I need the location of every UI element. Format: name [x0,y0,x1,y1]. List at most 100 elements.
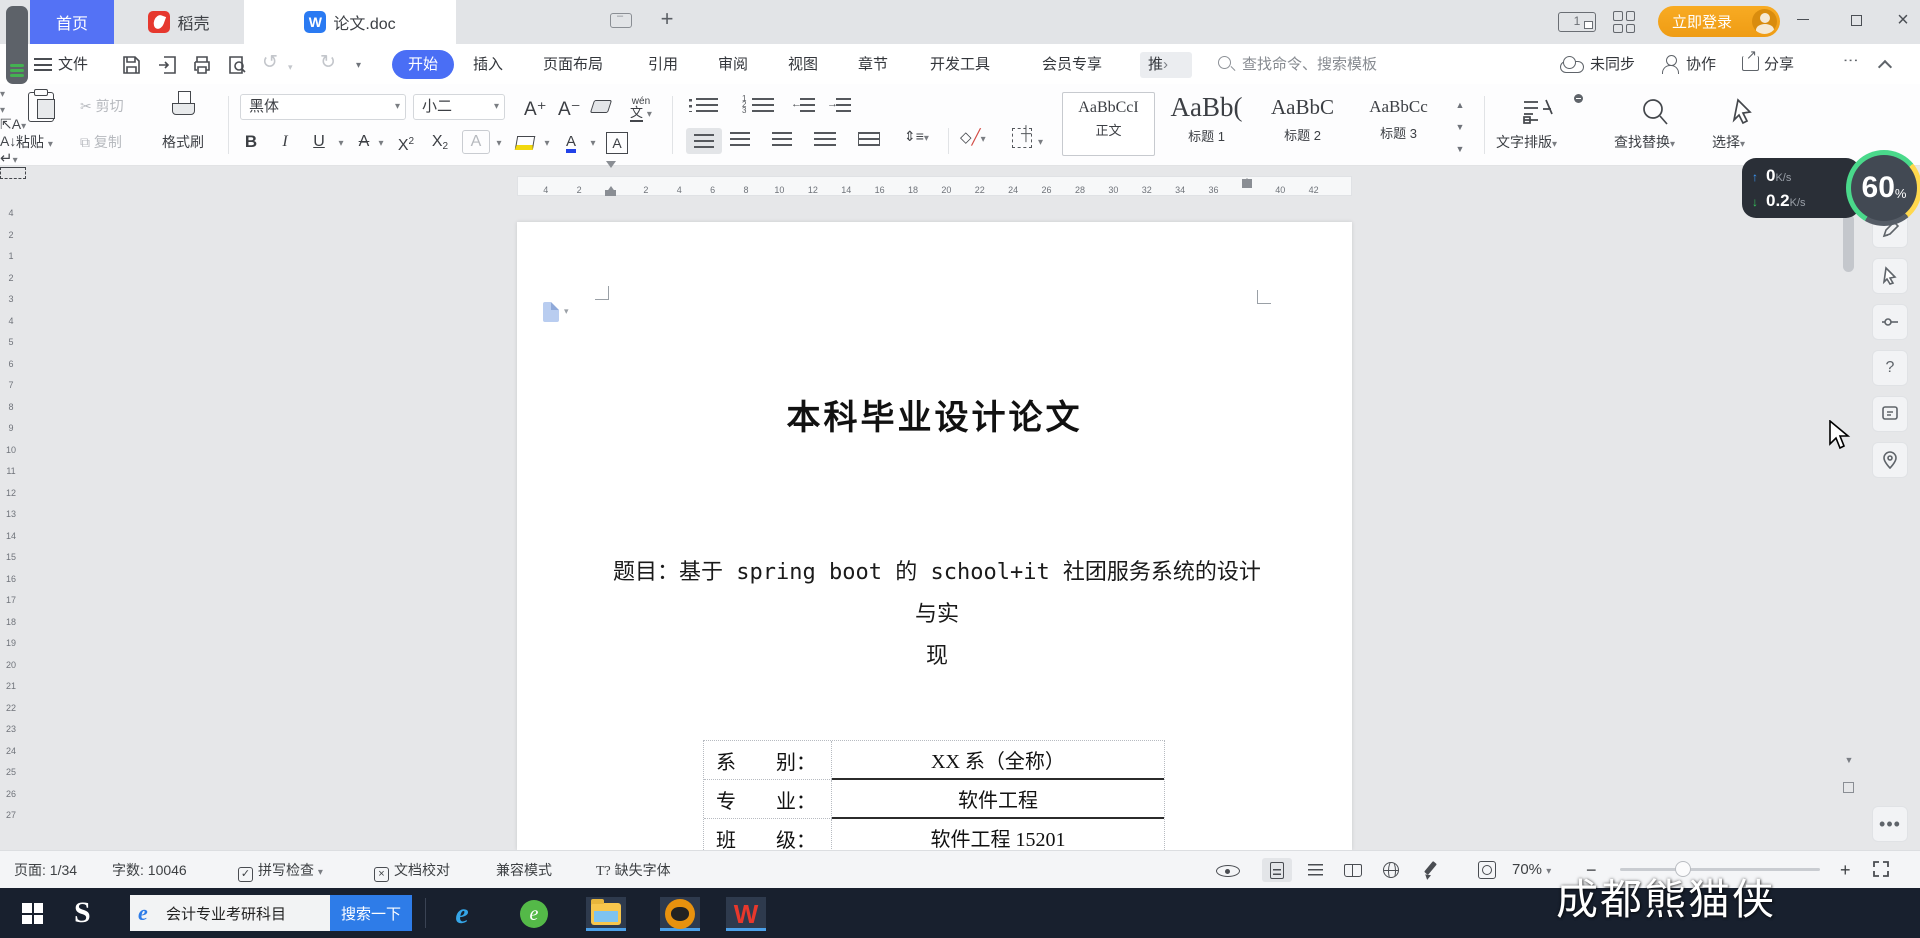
superscript-button[interactable]: X2 [390,128,422,156]
collaborate-icon[interactable] [1662,55,1682,75]
proofread-button[interactable]: × 文档校对 [374,860,450,882]
view-book-icon[interactable] [1338,858,1368,882]
menu-tab-home[interactable]: 开始 [392,50,454,79]
command-search-input[interactable]: 查找命令、搜索模板 [1242,52,1377,78]
view-web-icon[interactable] [1376,858,1406,882]
clear-format-icon[interactable] [589,100,613,116]
select-tool-icon[interactable] [1724,96,1760,128]
taskbar-search-box[interactable]: e 会计专业考研科目 搜索一下 [130,895,412,931]
font-name-select[interactable]: 黑体 ▾ [240,94,406,120]
paste-icon[interactable] [28,89,55,122]
adjust-slider-tool[interactable] [1872,304,1908,340]
menu-tab-page-layout[interactable]: 页面布局 [543,52,603,78]
style-gallery-more-icon[interactable]: ▼ [1452,142,1468,156]
share-button[interactable]: 分享 [1764,52,1794,78]
save-icon[interactable] [120,54,142,76]
menu-tab-overflow[interactable]: 推› [1140,52,1192,78]
taskbar-panda-app-icon[interactable] [660,897,700,931]
minimize-button[interactable] [1788,8,1818,34]
fit-page-icon[interactable] [1478,861,1496,879]
taskbar-search-button[interactable]: 搜索一下 [330,895,412,931]
redo-icon[interactable]: ↻ [320,50,336,76]
close-button[interactable]: × [1888,8,1918,34]
numbered-list-icon[interactable]: 123 [742,95,774,115]
net-speed-widget[interactable]: ↑ 0 K/s ↓ 0.2 K/s [1742,158,1860,218]
menu-tab-review[interactable]: 审阅 [718,52,748,78]
view-page-icon[interactable] [1262,858,1292,882]
start-button[interactable] [22,903,43,924]
workspace-icon[interactable]: 1 [1558,12,1596,32]
decrease-indent-icon[interactable]: ← [791,98,815,112]
scrollbar-thumb[interactable] [1843,214,1854,272]
borders-icon[interactable]: ┼ [1012,125,1032,148]
undo-dropdown-icon[interactable]: ▾ [288,54,293,80]
feedback-tool[interactable] [1872,396,1908,432]
menu-tab-references[interactable]: 引用 [648,52,678,78]
tab-list-icon[interactable] [610,10,632,28]
horizontal-ruler[interactable]: 4 2 2 4 6 8 10 12 14 16 18 20 22 24 26 28 30 32 34 36 40 42 [517,161,1352,196]
collapse-ribbon-icon[interactable] [1877,59,1893,75]
zoom-level[interactable]: 70% ▾ [1512,860,1551,880]
apps-grid-icon[interactable] [1613,11,1635,33]
italic-button[interactable]: I [274,128,296,156]
taskbar-search-text[interactable]: 会计专业考研科目 [166,903,330,924]
export-icon[interactable] [156,54,178,76]
strikethrough-button[interactable]: A [352,128,376,156]
login-button[interactable]: 立即登录 [1658,6,1780,37]
view-outline-icon[interactable] [1300,858,1330,882]
taskbar-explorer-icon[interactable] [586,897,626,931]
new-tab-button[interactable]: + [654,6,680,36]
zoom-in-button[interactable]: + [1840,860,1851,880]
subscript-button[interactable]: X2 [424,128,456,156]
bold-button[interactable]: B [238,128,264,156]
increase-indent-icon[interactable]: → [827,98,851,112]
hamburger-icon[interactable] [34,58,52,71]
character-border-button[interactable]: A [604,130,630,158]
help-tool[interactable]: ? [1872,350,1908,386]
style-heading3[interactable]: AaBbCc 标题 3 [1352,92,1445,156]
typography-button[interactable]: 文字排版▾ [1496,132,1557,152]
line-spacing-icon[interactable]: ⇕≡▾ [904,128,929,145]
view-ink-icon[interactable] [1414,858,1444,882]
style-heading2[interactable]: AaBbC 标题 2 [1256,92,1349,156]
font-color-button[interactable]: A [558,128,584,156]
style-normal[interactable]: AaBbCcI 正文 [1062,92,1155,156]
sync-cloud-icon[interactable] [1560,56,1584,73]
collapse-toolbar-icon[interactable]: ▾ [356,53,361,79]
char-width-icon[interactable] [0,167,26,179]
more-tools-icon[interactable]: ••• [1872,806,1908,842]
align-left-button[interactable] [686,128,722,154]
highlight-color-icon[interactable] [512,132,538,160]
eye-protect-icon[interactable] [1216,865,1240,877]
pinyin-guide-button[interactable]: wén 文 ▾ [630,94,652,122]
tab-home[interactable]: 首页 [30,0,114,44]
s-app-icon[interactable]: S [74,898,104,928]
select-button[interactable]: 选择▾ [1712,132,1745,152]
document-page[interactable]: 本科毕业设计论文 题目：基于 spring boot 的 school+it 社… [517,222,1352,850]
font-color-dropdown-icon[interactable]: ▾ [586,128,600,156]
scroll-down-icon[interactable]: ▼ [1841,752,1857,768]
print-icon[interactable] [191,54,213,76]
tab-document[interactable]: W 论文.doc [244,0,456,44]
copy-button[interactable]: ⧉ 复制 [80,132,122,152]
decrease-font-button[interactable]: A⁻ [558,98,581,121]
menu-tab-section[interactable]: 章节 [858,52,888,78]
vertical-ruler[interactable]: 4 2 1 2 3 4 5 6 7 8 9 10 11 12 13 14 15 16 17 18 19 20 21 22 23 2… [2,208,20,848]
spellcheck-toggle[interactable]: ✓ 拼写检查 ▾ [238,860,323,882]
style-heading1[interactable]: AaBb(标题 1 [1160,92,1253,156]
sync-status[interactable]: 未同步 [1590,52,1635,78]
side-dock-handle[interactable] [6,6,28,84]
highlight-dropdown-icon[interactable]: ▾ [540,128,554,156]
strikethrough-dropdown-icon[interactable]: ▾ [374,128,388,156]
style-gallery-up-icon[interactable]: ▲ [1452,98,1468,112]
menu-tab-insert[interactable]: 插入 [473,52,503,78]
find-replace-button[interactable]: 查找替换▾ [1614,132,1675,152]
page-jump-icon[interactable] [1843,782,1854,793]
pointer-tool[interactable] [1872,258,1908,294]
menu-tab-view[interactable]: 视图 [788,52,818,78]
share-icon[interactable] [1742,47,1759,71]
collaborate-button[interactable]: 协作 [1686,52,1716,78]
taskbar-wps-icon[interactable]: W [726,897,766,931]
right-indent-marker[interactable] [1242,178,1252,188]
format-painter-button[interactable]: 格式刷 [162,132,204,152]
